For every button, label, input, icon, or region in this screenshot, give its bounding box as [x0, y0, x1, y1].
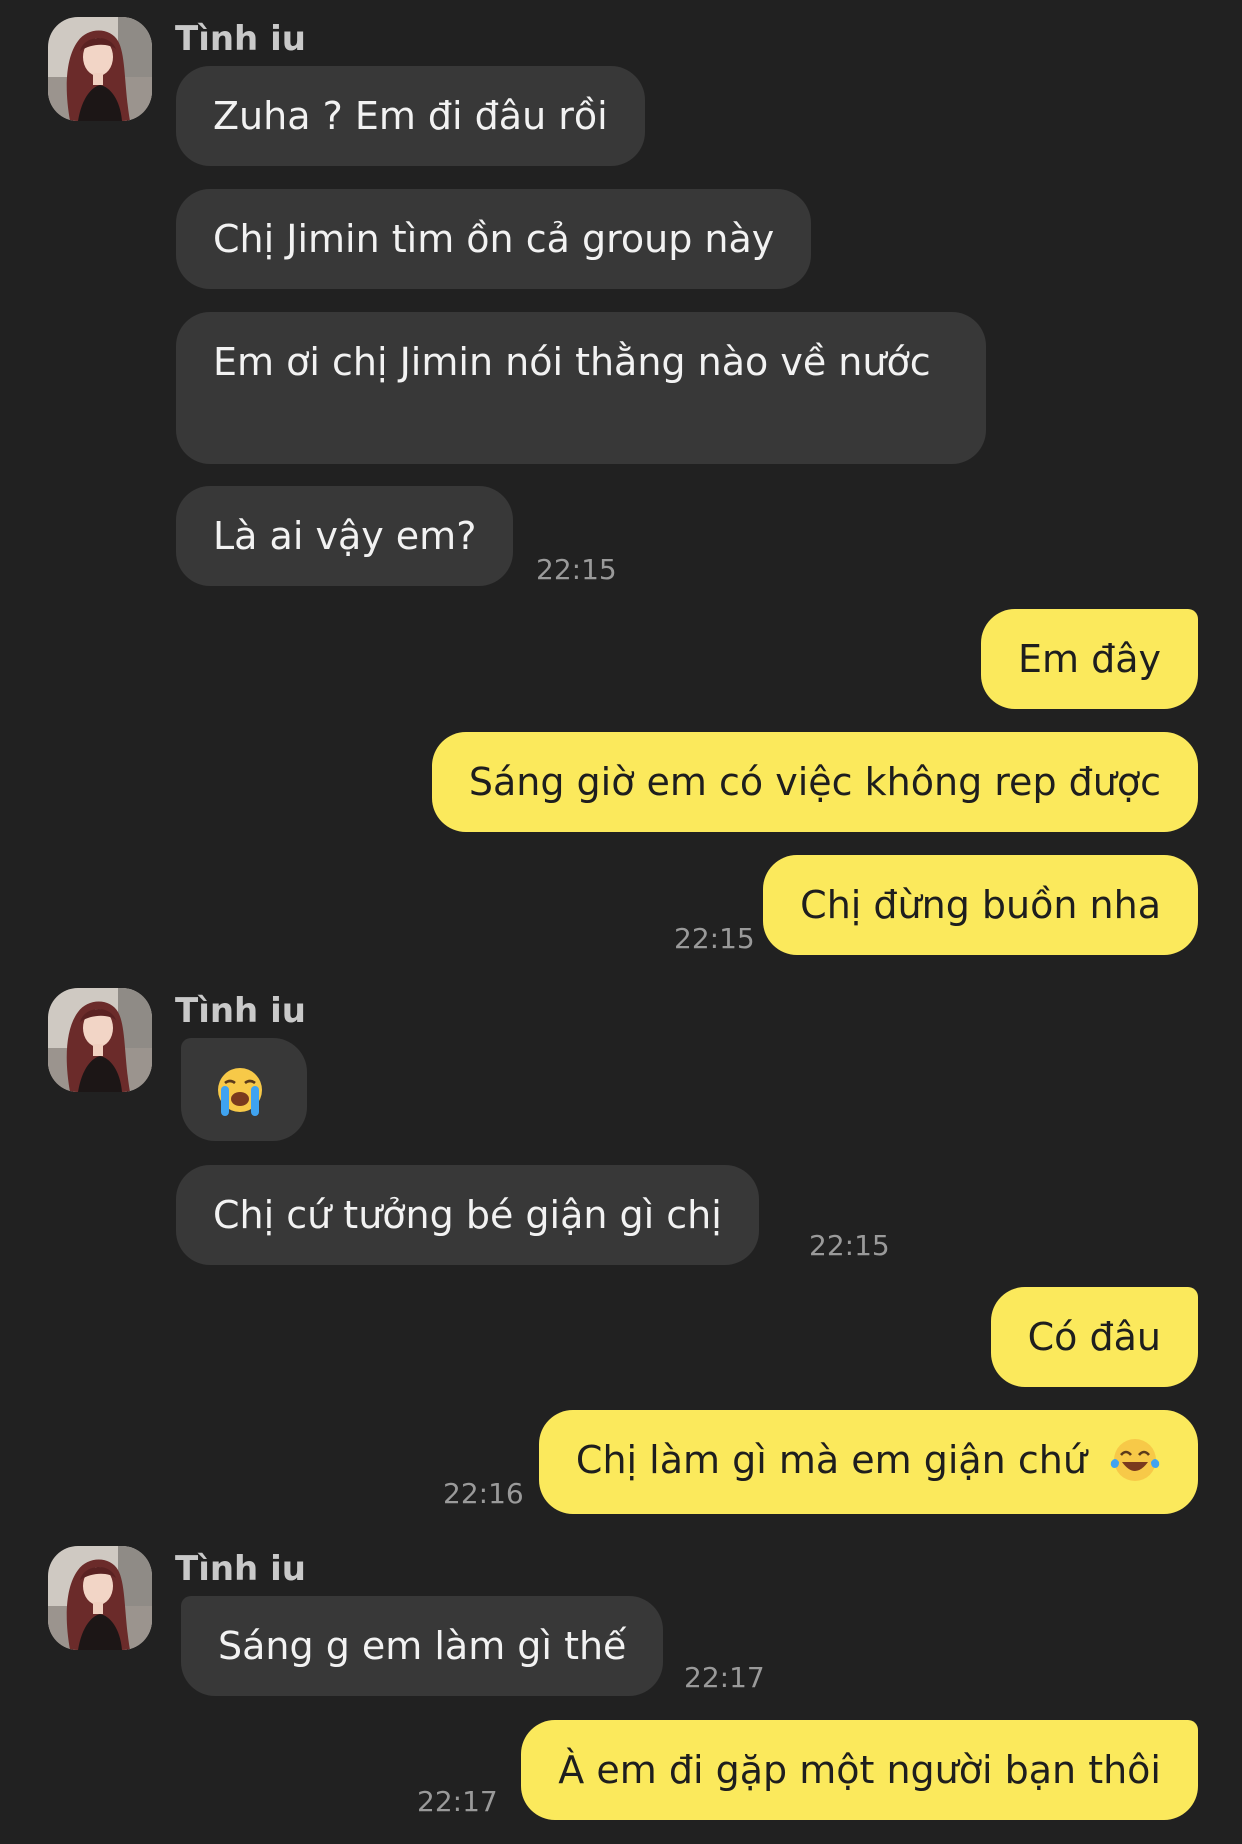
message-text: Chị đừng buồn nha [800, 883, 1161, 927]
message-bubble[interactable] [181, 1038, 307, 1141]
message-text: Chị làm gì mà em giận chứ [575, 1438, 1087, 1482]
message-bubble[interactable]: Chị cứ tưởng bé giận gì chị [176, 1165, 759, 1265]
message-bubble[interactable]: Em đây [980, 609, 1198, 709]
message-text: Em đây [1017, 637, 1161, 681]
message-bubble[interactable]: Em ơi chị Jimin nói thằng nào về nước [176, 312, 986, 464]
message-text: Em ơi chị Jimin nói thằng nào về nước [213, 340, 931, 384]
message-text: Chị cứ tưởng bé giận gì chị [213, 1193, 722, 1237]
message-text: Sáng g em làm gì thế [218, 1624, 627, 1668]
message-timestamp: 22:15 [536, 553, 617, 586]
message-text: Sáng giờ em có việc không rep được [468, 760, 1161, 804]
message-bubble[interactable]: À em đi gặp một người bạn thôi [521, 1720, 1198, 1820]
sender-name: Tình iu [175, 19, 306, 59]
avatar-photo-icon [48, 988, 152, 1092]
loudly-crying-face-emoji-icon [218, 1068, 262, 1116]
message-bubble[interactable]: Sáng g em làm gì thế [181, 1596, 664, 1696]
avatar-photo-icon [48, 17, 152, 121]
message-bubble[interactable]: Sáng giờ em có việc không rep được [431, 732, 1198, 832]
message-bubble[interactable]: Chị đừng buồn nha [763, 855, 1198, 955]
message-text: Zuha ? Em đi đâu rồi [213, 94, 608, 138]
avatar[interactable] [48, 1546, 152, 1650]
message-text: À em đi gặp một người bạn thôi [558, 1748, 1161, 1792]
message-timestamp: 22:16 [443, 1477, 524, 1510]
avatar[interactable] [48, 988, 152, 1092]
message-text: Là ai vậy em? [213, 514, 477, 558]
message-timestamp: 22:15 [674, 922, 755, 955]
avatar[interactable] [48, 17, 152, 121]
message-timestamp: 22:15 [809, 1229, 890, 1262]
message-text: Có đâu [1027, 1315, 1161, 1359]
avatar-photo-icon [48, 1546, 152, 1650]
message-bubble[interactable]: Zuha ? Em đi đâu rồi [176, 66, 645, 166]
message-bubble[interactable]: Có đâu [990, 1287, 1198, 1387]
message-bubble[interactable]: Chị Jimin tìm ồn cả group này [176, 189, 812, 289]
message-timestamp: 22:17 [684, 1661, 765, 1694]
message-bubble[interactable]: Chị làm gì mà em giận chứ [538, 1410, 1198, 1514]
tears-of-joy-emoji-icon [1110, 1438, 1160, 1481]
sender-name: Tình iu [175, 1549, 306, 1589]
message-bubble[interactable]: Là ai vậy em? [176, 486, 514, 586]
message-timestamp: 22:17 [417, 1785, 498, 1818]
sender-name: Tình iu [175, 991, 306, 1031]
message-text: Chị Jimin tìm ồn cả group này [213, 217, 775, 261]
